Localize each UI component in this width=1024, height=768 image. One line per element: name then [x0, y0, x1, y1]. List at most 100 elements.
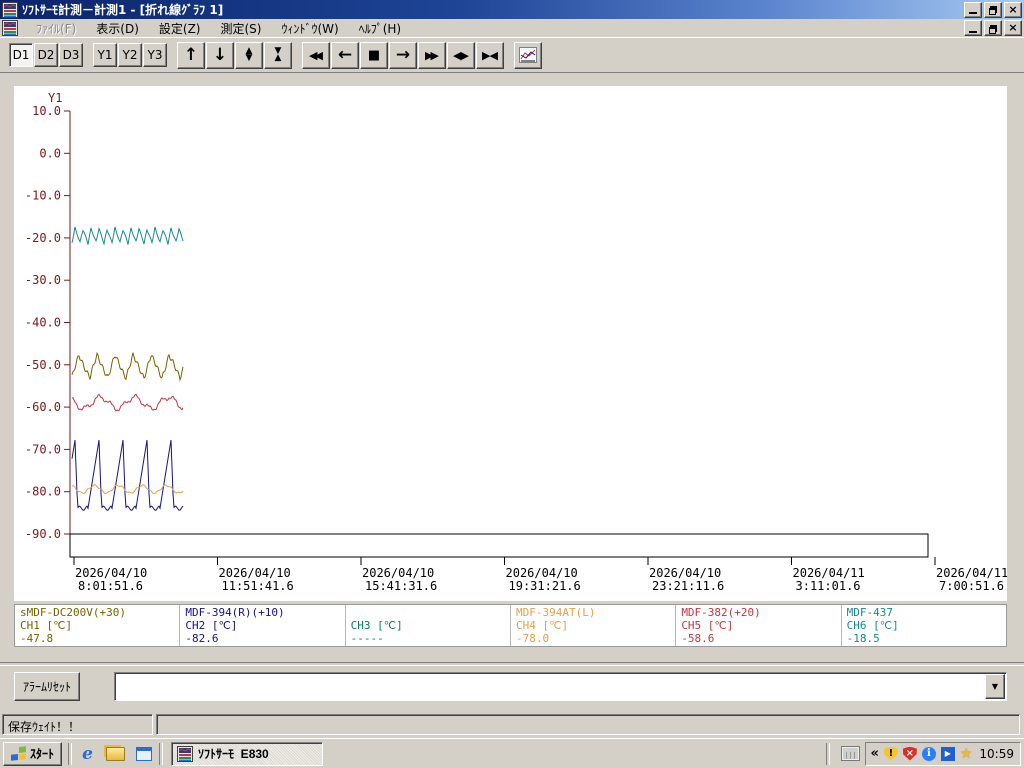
status-secondary-panel: [156, 714, 1020, 735]
d2-button[interactable]: D2: [34, 43, 58, 67]
svg-text:2026/04/10: 2026/04/10: [649, 566, 721, 580]
combo-dropdown-button[interactable]: ▼: [985, 674, 1005, 699]
svg-text:2026/04/10: 2026/04/10: [219, 566, 291, 580]
taskbar-separator: [68, 742, 73, 765]
restore-button[interactable]: [984, 1, 1002, 18]
svg-text:19:31:21.6: 19:31:21.6: [509, 579, 581, 593]
info-balloon-icon[interactable]: i: [921, 746, 936, 761]
channel-value: -18.5: [846, 632, 880, 645]
close-button[interactable]: ×: [1004, 1, 1022, 18]
channel-label: CH5 [℃]: [681, 619, 734, 632]
security-error-icon[interactable]: ×: [902, 746, 917, 761]
close-icon: ×: [1008, 2, 1018, 16]
svg-text:-50.0: -50.0: [25, 358, 61, 372]
graph-display-button[interactable]: [514, 41, 542, 69]
quick-launch: e: [78, 744, 153, 764]
child-minimize-button[interactable]: [964, 20, 982, 36]
channel-name: sMDF-DC200V(+30): [20, 606, 126, 619]
expand-horizontal-icon: ◀▶: [453, 48, 469, 62]
fast-rewind-icon: ◀◀: [309, 48, 323, 62]
tray-clock[interactable]: 10:59: [977, 747, 1014, 761]
restore-icon: [989, 24, 997, 34]
alarm-combobox[interactable]: ▼: [114, 672, 1007, 701]
mdi-client-area: Y1 10.0 0.0 -10.0 -20.0 -30.0 -40.0 -50.0 -60.0 -…: [0, 72, 1024, 710]
minimize-icon: [969, 30, 977, 33]
fast-forward-icon: ▶▶: [425, 48, 439, 62]
restore-icon: [989, 6, 997, 15]
d3-button[interactable]: D3: [59, 43, 83, 67]
y2-button[interactable]: Y2: [118, 43, 142, 67]
d1-button[interactable]: D1: [9, 43, 33, 67]
step-left-button[interactable]: ←: [331, 41, 359, 69]
toolbar-group: [514, 41, 542, 69]
taskbar-separator: [826, 742, 831, 765]
keyboard-icon[interactable]: [841, 746, 861, 761]
svg-text:Y1: Y1: [48, 91, 62, 105]
svg-text:-80.0: -80.0: [25, 485, 61, 499]
channel-legend-strip: sMDF-DC200V(+30) CH1 [℃] -47.8 MDF-394(R)(+…: [14, 604, 1007, 647]
folder-icon[interactable]: [106, 744, 126, 763]
channel-label: CH3 [℃]: [350, 619, 403, 632]
child-window-icon[interactable]: [2, 20, 18, 36]
title-bar: ｿﾌﾄｻｰﾓ計測－計測1 - [折れ線ｸﾞﾗﾌ 1] ×: [0, 0, 1024, 19]
y3-button[interactable]: Y3: [143, 43, 167, 67]
svg-text:10.0: 10.0: [32, 104, 61, 118]
svg-text:7:00:51.6: 7:00:51.6: [939, 579, 1004, 593]
internet-explorer-icon[interactable]: e: [78, 744, 97, 764]
menu-item-view[interactable]: 表示(D): [86, 19, 149, 38]
fast-rewind-button[interactable]: ◀◀: [302, 41, 330, 69]
step-right-button[interactable]: →: [389, 41, 417, 69]
svg-text:-20.0: -20.0: [25, 231, 61, 245]
toolbar-group: Y1 Y2 Y3: [93, 43, 167, 67]
task-button[interactable]: ｿﾌﾄｻｰﾓ E830: [171, 741, 324, 766]
system-tray: « ! × i ▶ ★ 10:59: [820, 741, 1021, 766]
child-close-button[interactable]: ×: [1004, 20, 1022, 36]
line-chart: Y110.0 0.0 -10.0 -20.0 -30.0 -40.0 -50.0 -60.0 -…: [25, 91, 1008, 593]
alarm-combo-value: [115, 673, 984, 700]
channel-legend-ch6: MDF-437 CH6 [℃] -18.5: [842, 605, 1006, 646]
media-player-icon[interactable]: ▶: [940, 746, 955, 761]
svg-text:2026/04/10: 2026/04/10: [75, 566, 147, 580]
chart-panel: Y1 10.0 0.0 -10.0 -20.0 -30.0 -40.0 -50.0 -60.0 -…: [14, 86, 1008, 601]
menu-item-window[interactable]: ｳｨﾝﾄﾞｳ(W): [271, 19, 348, 38]
svg-text:8:01:51.6: 8:01:51.6: [78, 579, 143, 593]
taskbar-separator: [159, 742, 164, 765]
status-bar: 保存ｳｪｲﾄ！！: [0, 710, 1024, 738]
task-label: ｿﾌﾄｻｰﾓ E830: [198, 747, 269, 761]
compress-vertical-button[interactable]: ▼ ▲: [264, 41, 292, 69]
menu-item-help[interactable]: ﾍﾙﾌﾟ(H): [349, 19, 411, 38]
channel-label: CH1 [℃]: [20, 619, 73, 632]
stop-button[interactable]: ■: [360, 41, 388, 69]
desktop-shape: [135, 746, 152, 761]
child-restore-button[interactable]: [984, 20, 1002, 36]
scroll-up-button[interactable]: ↑: [177, 41, 205, 69]
compress-horizontal-button[interactable]: ▶◀: [476, 41, 504, 69]
expand-horizontal-button[interactable]: ◀▶: [447, 41, 475, 69]
menu-item-file[interactable]: ﾌｧｲﾙ(F): [26, 19, 86, 38]
separator-line: [0, 662, 1024, 666]
scroll-down-icon: ↓: [212, 44, 228, 65]
toolbar-group: D1 D2 D3: [9, 43, 83, 67]
scroll-down-button[interactable]: ↓: [206, 41, 234, 69]
svg-text:2026/04/10: 2026/04/10: [506, 566, 578, 580]
menu-item-measure[interactable]: 測定(S): [210, 19, 271, 38]
expand-vertical-button[interactable]: ▲ ▼: [235, 41, 263, 69]
line-graph-icon: [519, 47, 537, 63]
alarm-reset-button[interactable]: ｱﾗｰﾑﾘｾｯﾄ: [14, 672, 81, 701]
compress-horizontal-icon: ▶◀: [482, 48, 498, 62]
tray-collapse-icon[interactable]: «: [870, 746, 878, 761]
start-label: ｽﾀｰﾄ: [30, 747, 55, 761]
updates-star-icon[interactable]: ★: [960, 747, 973, 761]
start-button[interactable]: ｽﾀｰﾄ: [3, 741, 63, 766]
tray-icon-area: « ! × i ▶ ★ 10:59: [865, 741, 1021, 766]
y1-button[interactable]: Y1: [93, 43, 117, 67]
show-desktop-icon[interactable]: [134, 744, 153, 763]
minimize-button[interactable]: [964, 1, 982, 18]
minimize-icon: [969, 12, 977, 14]
menu-item-settings[interactable]: 設定(Z): [149, 19, 211, 38]
expand-vertical-icon: ▲ ▼: [245, 46, 253, 63]
step-left-icon: ←: [337, 44, 353, 65]
security-warning-icon[interactable]: !: [883, 746, 898, 761]
fast-forward-button[interactable]: ▶▶: [418, 41, 446, 69]
window-title: ｿﾌﾄｻｰﾓ計測－計測1 - [折れ線ｸﾞﾗﾌ 1]: [22, 3, 224, 17]
